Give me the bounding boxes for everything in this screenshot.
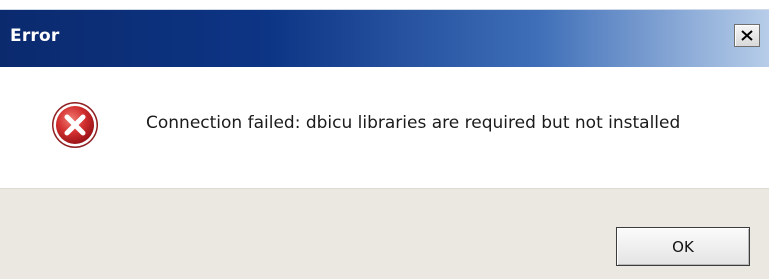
dialog-body: Connection failed: dbicu libraries are r… [0, 67, 769, 188]
button-bar: OK [0, 188, 769, 279]
error-icon [52, 102, 98, 148]
error-dialog: Error Connection failed: dbicu libraries… [0, 0, 769, 279]
close-icon [741, 30, 753, 41]
title-bar[interactable]: Error [0, 9, 769, 67]
close-button[interactable] [734, 24, 760, 47]
window-title: Error [10, 26, 60, 46]
ok-button[interactable]: OK [616, 227, 750, 266]
error-message: Connection failed: dbicu libraries are r… [146, 113, 681, 133]
